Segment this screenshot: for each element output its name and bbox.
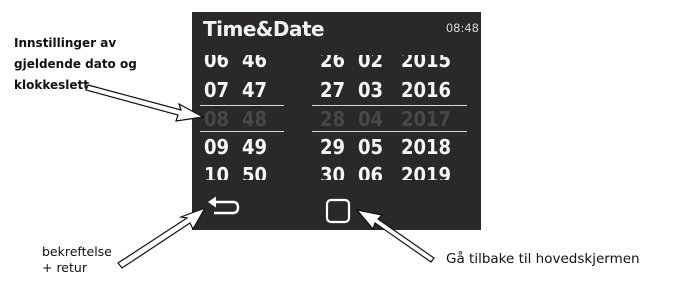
arrow-to-back-button: [117, 206, 207, 269]
annotation-arrows: [85, 84, 435, 269]
arrow-to-home-button: [355, 209, 435, 263]
arrow-to-selected-row: [85, 84, 205, 122]
